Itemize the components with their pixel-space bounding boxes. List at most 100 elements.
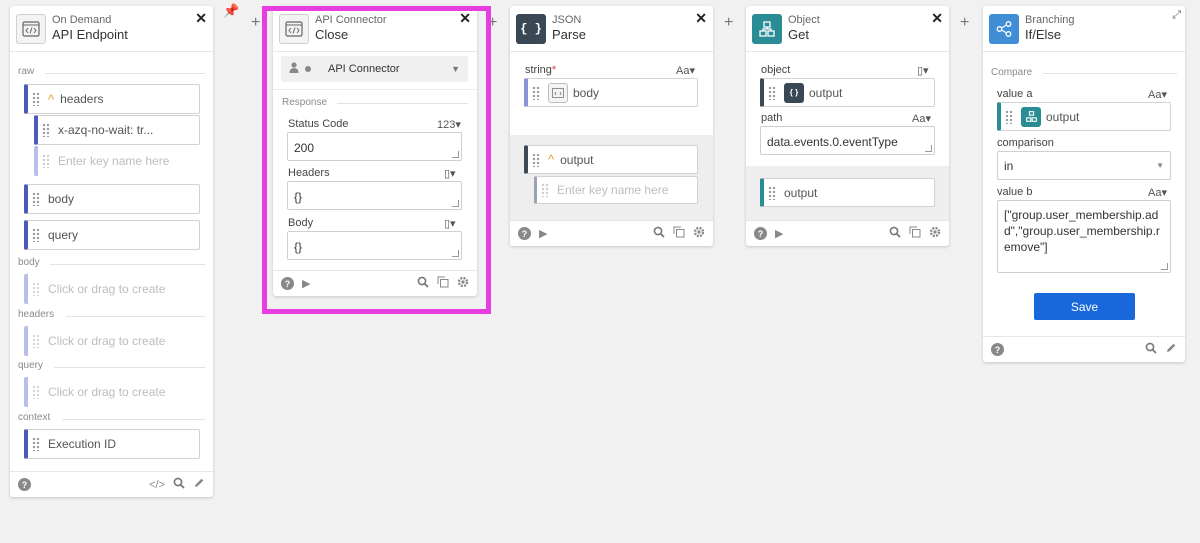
resize-handle-icon[interactable]: [925, 145, 932, 152]
headers-label: Headers: [288, 167, 330, 179]
key-name-input[interactable]: Enter key name here: [534, 176, 698, 204]
divider: [50, 264, 205, 265]
drag-handle-icon[interactable]: [32, 92, 40, 106]
value-a-input[interactable]: output: [997, 102, 1171, 131]
output-item[interactable]: ^ output: [524, 145, 698, 174]
item-label: output: [1046, 109, 1080, 124]
value-a-label: value a: [997, 88, 1033, 100]
gear-icon[interactable]: [693, 226, 705, 241]
help-icon[interactable]: ?: [991, 343, 1004, 356]
copy-icon[interactable]: [437, 276, 449, 291]
object-type-selector[interactable]: ▯▾: [444, 167, 456, 180]
save-button[interactable]: Save: [1034, 293, 1135, 320]
item-label: query: [48, 228, 79, 242]
resize-handle-icon[interactable]: [452, 250, 459, 257]
key-name-input[interactable]: Enter key name here: [34, 146, 200, 176]
run-icon[interactable]: ▶: [775, 227, 783, 240]
object-type-selector[interactable]: ▯▾: [444, 217, 456, 230]
app-name: Object: [788, 13, 820, 26]
add-step-button-3[interactable]: +: [724, 14, 733, 32]
add-step-button-4[interactable]: +: [960, 14, 969, 32]
drag-handle-icon[interactable]: [532, 85, 540, 100]
card-api-connector: API Connector Close ✕ API Connector ▼ Re…: [273, 6, 477, 296]
card-header: { } JSON Parse ✕: [510, 6, 713, 52]
drag-handle-icon[interactable]: [42, 123, 50, 137]
run-icon[interactable]: ▶: [539, 227, 547, 240]
account-selector[interactable]: API Connector ▼: [281, 56, 468, 82]
search-icon[interactable]: [417, 276, 429, 291]
label-text: string: [525, 64, 552, 76]
comparison-select[interactable]: in ▼: [997, 151, 1171, 180]
raw-headers-item[interactable]: ^ headers: [24, 84, 200, 114]
run-icon[interactable]: ▶: [302, 277, 310, 290]
close-icon[interactable]: ✕: [931, 11, 943, 25]
drag-handle-icon[interactable]: [1005, 109, 1013, 124]
gear-icon[interactable]: [457, 276, 469, 291]
value-b-input[interactable]: ["group.user_membership.add","group.user…: [997, 200, 1171, 273]
input-value: 200: [294, 141, 315, 155]
resize-handle-icon[interactable]: [452, 151, 459, 158]
search-icon[interactable]: [1145, 342, 1157, 357]
close-icon[interactable]: ✕: [195, 11, 207, 25]
edit-icon[interactable]: [1165, 342, 1177, 357]
output-item[interactable]: output: [760, 178, 935, 207]
add-step-button-2[interactable]: +: [488, 14, 497, 32]
help-icon[interactable]: ?: [281, 277, 294, 290]
search-icon[interactable]: [653, 226, 665, 241]
string-input[interactable]: body: [524, 78, 698, 107]
text-type-selector[interactable]: Aa▾: [676, 64, 695, 77]
drag-handle-icon[interactable]: [32, 192, 40, 206]
search-icon[interactable]: [173, 477, 185, 492]
header-value-item[interactable]: x-azq-no-wait: tr...: [34, 115, 200, 145]
text-type-selector[interactable]: Aa▾: [1148, 186, 1167, 199]
expand-icon[interactable]: ⤢: [1172, 9, 1181, 22]
create-body-slot[interactable]: Click or drag to create: [24, 274, 200, 304]
chevron-up-icon[interactable]: ^: [548, 152, 554, 167]
drag-handle-icon[interactable]: [768, 85, 776, 100]
placeholder: Click or drag to create: [48, 385, 166, 399]
card-header: On Demand API Endpoint ✕: [10, 6, 213, 52]
resize-handle-icon[interactable]: [452, 200, 459, 207]
gear-icon[interactable]: [929, 226, 941, 241]
drag-handle-icon[interactable]: [532, 152, 540, 167]
caret-down-icon: ▼: [451, 64, 460, 74]
chevron-up-icon[interactable]: ^: [48, 92, 54, 107]
divider: [45, 73, 205, 74]
pin-icon[interactable]: 📌: [223, 3, 239, 19]
object-input[interactable]: { } output: [760, 78, 935, 107]
help-icon[interactable]: ?: [518, 227, 531, 240]
object-label: object: [761, 64, 791, 76]
section-label-body: body: [18, 257, 40, 268]
code-view-icon[interactable]: </>: [149, 479, 165, 491]
add-step-button-1[interactable]: +: [251, 14, 260, 32]
object-type-selector[interactable]: ▯▾: [917, 64, 929, 77]
edit-icon[interactable]: [193, 477, 205, 492]
headers-input[interactable]: {}: [287, 181, 462, 210]
copy-icon[interactable]: [909, 226, 921, 241]
drag-handle-icon[interactable]: [32, 437, 40, 451]
body-input[interactable]: {}: [287, 231, 462, 260]
help-icon[interactable]: ?: [754, 227, 767, 240]
help-icon[interactable]: ?: [18, 478, 31, 491]
close-icon[interactable]: ✕: [459, 11, 471, 25]
placeholder: Click or drag to create: [48, 334, 166, 348]
number-type-selector[interactable]: 123▾: [437, 118, 461, 131]
drag-handle-icon[interactable]: [768, 185, 776, 200]
search-icon[interactable]: [889, 226, 901, 241]
drag-handle-icon[interactable]: [32, 228, 40, 242]
create-query-slot[interactable]: Click or drag to create: [24, 377, 200, 407]
path-input[interactable]: data.events.0.eventType: [760, 126, 935, 155]
raw-body-item[interactable]: body: [24, 184, 200, 214]
raw-query-item[interactable]: query: [24, 220, 200, 250]
text-type-selector[interactable]: Aa▾: [912, 112, 931, 125]
create-headers-slot[interactable]: Click or drag to create: [24, 326, 200, 356]
close-icon[interactable]: ✕: [695, 11, 707, 25]
placeholder: Click or drag to create: [48, 282, 166, 296]
text-type-selector[interactable]: Aa▾: [1148, 88, 1167, 101]
copy-icon[interactable]: [673, 226, 685, 241]
resize-handle-icon[interactable]: [1161, 263, 1168, 270]
status-code-input[interactable]: 200: [287, 132, 462, 161]
section-label-headers: headers: [18, 309, 55, 320]
execution-id-item[interactable]: Execution ID: [24, 429, 200, 459]
code-icon: [548, 82, 568, 103]
